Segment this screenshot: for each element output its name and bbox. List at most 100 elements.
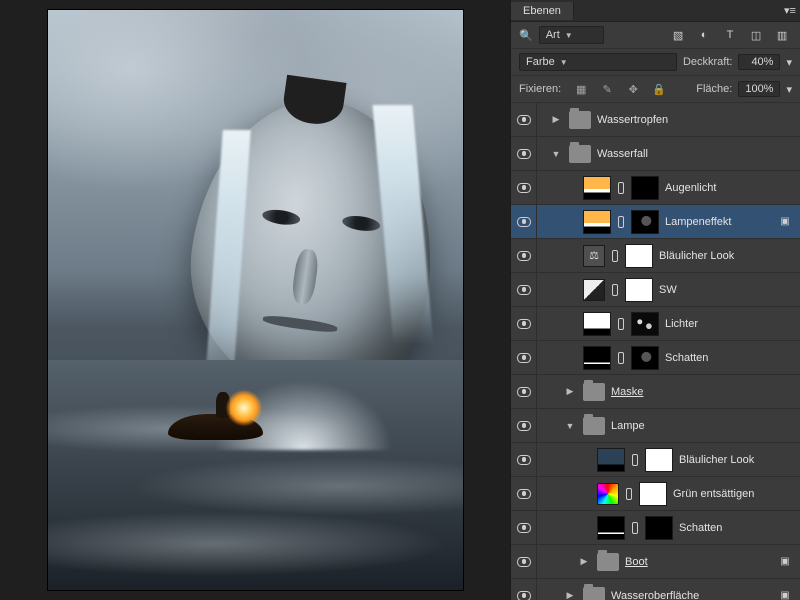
layer-mask-thumbnail[interactable] [645,516,673,540]
opacity-input[interactable]: 40% [738,54,780,70]
link-icon[interactable] [631,453,639,467]
chevron-down-icon[interactable]: ▾ [786,83,792,96]
fx-icon[interactable]: ▣ [776,556,794,567]
blend-mode-select[interactable]: Farbe ▼ [519,53,677,71]
layer-name[interactable]: Schatten [679,522,794,534]
fx-icon[interactable]: ▣ [776,590,794,600]
visibility-toggle[interactable] [511,409,537,442]
layer-name[interactable]: Wasseroberfläche [611,590,770,600]
disclosure-toggle[interactable]: ▶ [549,114,563,125]
link-icon[interactable] [617,317,625,331]
layer-thumbnail[interactable] [583,176,611,200]
layer-mask-thumbnail[interactable] [625,244,653,268]
layer-name[interactable]: Augenlicht [665,182,794,194]
filter-adjust-icon[interactable]: ◐ [694,26,714,44]
disclosure-toggle[interactable]: ▼ [549,149,563,159]
visibility-toggle[interactable] [511,375,537,408]
layer-row[interactable]: ▶ Wassertropfen [511,103,800,137]
layer-name[interactable]: Bläulicher Look [659,250,794,262]
link-icon[interactable] [617,215,625,229]
layer-row[interactable]: SW [511,273,800,307]
layer-mask-thumbnail[interactable] [631,346,659,370]
link-icon[interactable] [631,521,639,535]
layer-name[interactable]: Maske [611,386,794,398]
visibility-toggle[interactable] [511,341,537,374]
visibility-toggle[interactable] [511,273,537,306]
link-icon[interactable] [617,181,625,195]
layer-row[interactable]: ▼ Wasserfall [511,137,800,171]
layer-list[interactable]: ▶ Wassertropfen ▼ Wasserfall Augenlicht Lampe… [511,103,800,600]
lock-position-icon[interactable]: ✥ [623,80,643,98]
layer-name[interactable]: Wassertropfen [597,114,794,126]
layer-name[interactable]: Boot [625,556,770,568]
layer-row[interactable]: ▶ Boot ▣ [511,545,800,579]
filter-shape-icon[interactable]: ◫ [746,26,766,44]
visibility-toggle[interactable] [511,511,537,544]
visibility-toggle[interactable] [511,137,537,170]
lock-paint-icon[interactable]: ✎ [597,80,617,98]
layer-name[interactable]: Lichter [665,318,794,330]
layer-row[interactable]: Bläulicher Look [511,443,800,477]
visibility-toggle[interactable] [511,307,537,340]
visibility-toggle[interactable] [511,205,537,238]
document-canvas[interactable] [48,10,463,590]
filter-type-select[interactable]: Art ▼ [539,26,605,44]
layer-mask-thumbnail[interactable] [645,448,673,472]
layer-name[interactable]: Lampeneffekt [665,216,770,228]
layer-row[interactable]: Augenlicht [511,171,800,205]
filter-pixel-icon[interactable]: ▧ [668,26,688,44]
link-icon[interactable] [611,283,619,297]
disclosure-toggle[interactable]: ▶ [577,556,591,567]
visibility-toggle[interactable] [511,443,537,476]
layer-name[interactable]: Wasserfall [597,148,794,160]
fill-input[interactable]: 100% [738,81,780,97]
layer-thumbnail[interactable] [597,516,625,540]
lock-transparency-icon[interactable]: ▦ [571,80,591,98]
visibility-toggle[interactable] [511,545,537,578]
disclosure-toggle[interactable]: ▼ [563,421,577,431]
link-icon[interactable] [617,351,625,365]
layer-row[interactable]: Schatten [511,511,800,545]
panel-menu-icon[interactable]: ▾≡ [780,2,800,20]
link-icon[interactable] [625,487,633,501]
link-icon[interactable] [611,249,619,263]
visibility-toggle[interactable] [511,171,537,204]
layer-thumbnail[interactable] [597,448,625,472]
layer-name[interactable]: Bläulicher Look [679,454,794,466]
layer-mask-thumbnail[interactable] [631,176,659,200]
lock-all-icon[interactable]: 🔒 [649,80,669,98]
layer-mask-thumbnail[interactable] [631,312,659,336]
layer-row[interactable]: ▼ Lampe [511,409,800,443]
fx-icon[interactable]: ▣ [776,216,794,227]
layer-mask-thumbnail[interactable] [639,482,667,506]
layer-thumbnail[interactable] [583,210,611,234]
adjustment-icon[interactable] [583,279,605,301]
layer-row[interactable]: Lampeneffekt ▣ [511,205,800,239]
layer-name[interactable]: Grün entsättigen [673,488,794,500]
layer-name[interactable]: Schatten [665,352,794,364]
adjustment-icon[interactable]: ⚖ [583,245,605,267]
tab-layers[interactable]: Ebenen [511,2,574,20]
visibility-toggle[interactable] [511,239,537,272]
layer-row[interactable]: Lichter [511,307,800,341]
layer-mask-thumbnail[interactable] [625,278,653,302]
layer-row[interactable]: Grün entsättigen [511,477,800,511]
visibility-toggle[interactable] [511,579,537,600]
layer-mask-thumbnail[interactable] [631,210,659,234]
layer-row[interactable]: Schatten [511,341,800,375]
layer-name[interactable]: SW [659,284,794,296]
disclosure-toggle[interactable]: ▶ [563,386,577,397]
adjustment-icon[interactable] [597,483,619,505]
visibility-toggle[interactable] [511,103,537,136]
filter-type-icon[interactable]: T [720,26,740,44]
layer-row[interactable]: ⚖ Bläulicher Look [511,239,800,273]
visibility-toggle[interactable] [511,477,537,510]
layer-name[interactable]: Lampe [611,420,794,432]
layer-row[interactable]: ▶ Maske [511,375,800,409]
layer-thumbnail[interactable] [583,346,611,370]
filter-smart-icon[interactable]: ▥ [772,26,792,44]
layer-thumbnail[interactable] [583,312,611,336]
disclosure-toggle[interactable]: ▶ [563,590,577,600]
layer-row[interactable]: ▶ Wasseroberfläche ▣ [511,579,800,600]
chevron-down-icon[interactable]: ▾ [786,56,792,69]
